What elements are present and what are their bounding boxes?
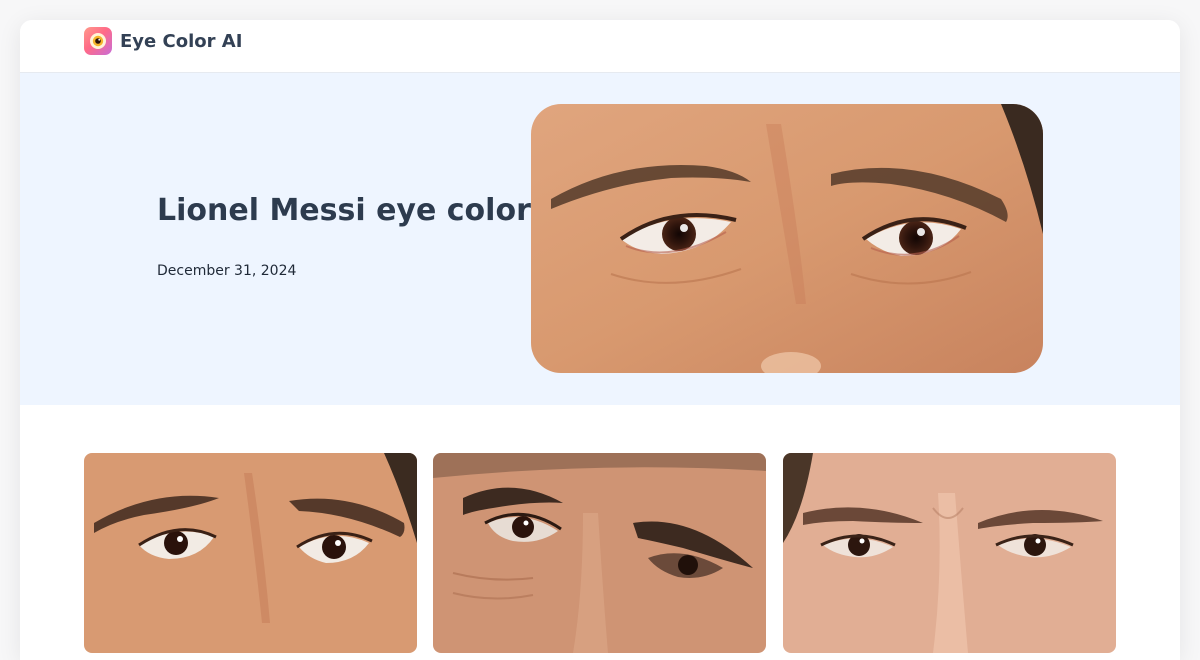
publish-date: December 31, 2024	[157, 263, 297, 279]
hero-section: Lionel Messi eye color December 31, 2024	[20, 73, 1180, 405]
gallery-photo-3[interactable]	[783, 453, 1116, 653]
gallery-photo-1[interactable]	[84, 453, 417, 653]
gallery-photo-2[interactable]	[433, 453, 766, 653]
brand-name: Eye Color AI	[120, 30, 243, 52]
top-navigation-bar: Eye Color AI	[20, 20, 1180, 73]
hero-eyes-photo	[531, 104, 1043, 373]
eye-photo-gallery	[84, 453, 1116, 653]
page-title: Lionel Messi eye color	[157, 193, 531, 228]
eye-logo-icon	[84, 27, 112, 55]
brand-link[interactable]: Eye Color AI	[84, 27, 242, 55]
page-card: Eye Color AI Lionel Messi eye color Dece…	[20, 20, 1180, 660]
